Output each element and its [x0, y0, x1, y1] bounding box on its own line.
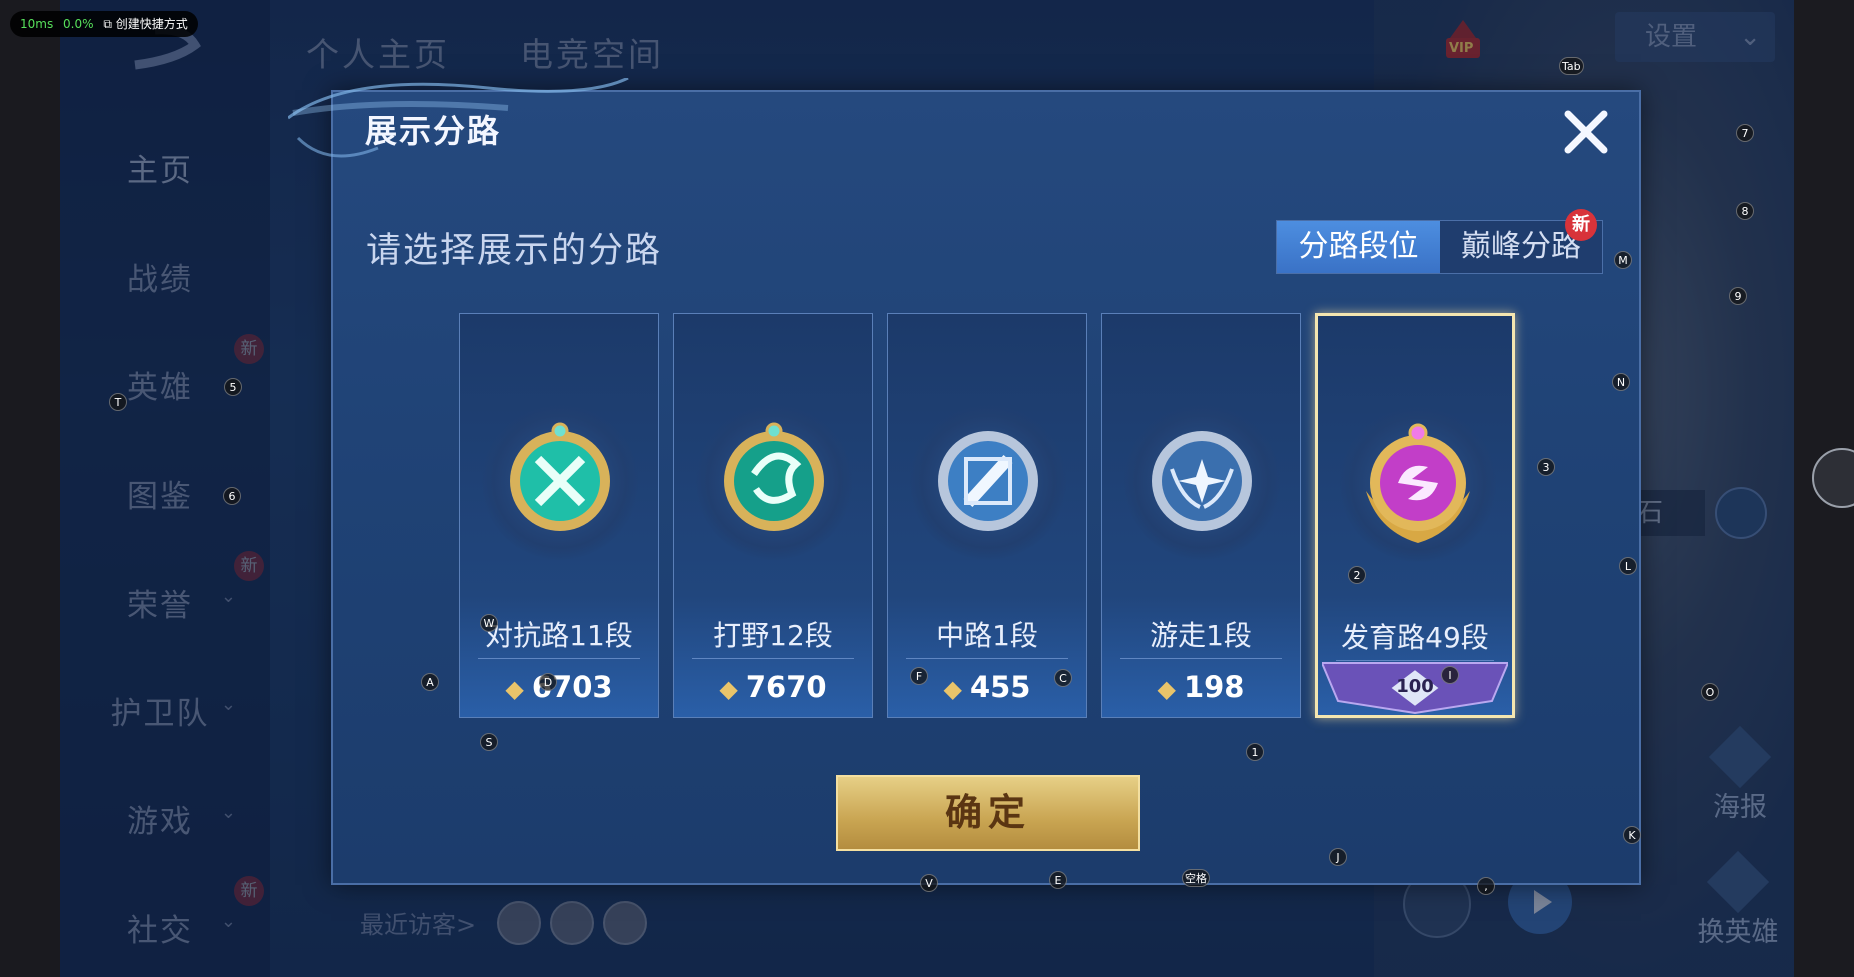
divider — [1120, 658, 1282, 659]
key-hint: L — [1619, 557, 1637, 575]
key-hint: W — [480, 614, 498, 632]
key-hint: , — [1477, 877, 1495, 895]
lane-card-farm[interactable]: 发育路49段 100 — [1315, 313, 1515, 718]
key-hint: 7 — [1736, 124, 1754, 142]
lane-rank-label: 游走1段 — [1150, 619, 1252, 652]
lane-card-roam[interactable]: 游走1段 ◆ 198 — [1101, 313, 1301, 718]
key-hint: K — [1623, 826, 1641, 844]
divider — [906, 658, 1068, 659]
key-hint: 6 — [223, 487, 241, 505]
points-icon: ◆ — [505, 675, 524, 703]
new-badge: 新 — [1565, 209, 1597, 241]
key-hint: 9 — [1729, 287, 1747, 305]
key-hint: A — [421, 673, 439, 691]
key-hint: I — [1441, 666, 1459, 684]
points-icon: ◆ — [1157, 675, 1176, 703]
key-hint: 2 — [1348, 566, 1366, 584]
lane-tabs: 分路段位 巅峰分路 新 — [1276, 209, 1603, 274]
dialog-title: 展示分路 — [365, 112, 502, 150]
key-hint: 8 — [1736, 202, 1754, 220]
points-value: 7670 — [745, 670, 827, 704]
key-hint: F — [910, 667, 928, 685]
lane-points: ◆ 7670 — [674, 670, 872, 704]
points-value: 198 — [1183, 670, 1245, 704]
loss-value: 0.0% — [63, 17, 94, 31]
points-icon: ◆ — [943, 675, 962, 703]
key-hint: C — [1054, 669, 1072, 687]
latency-value: 10ms — [20, 17, 54, 31]
game-screen: 主页 战绩 英雄 新 图鉴 荣誉 ⌄ 新 护卫队 ⌄ 游戏 ⌄ 社交 ⌄ 新 个人主页 … — [60, 0, 1794, 977]
emulator-side-panel — [1794, 0, 1854, 977]
farm-lane-emblem-icon — [1366, 423, 1470, 543]
key-hint: O — [1701, 683, 1719, 701]
points-value: 455 — [969, 670, 1031, 704]
clash-lane-emblem-icon — [510, 422, 610, 531]
key-hint: S — [480, 733, 498, 751]
create-shortcut-link[interactable]: 创建快捷方式 — [116, 17, 188, 31]
lane-card-clash[interactable]: 对抗路11段 ◆ 6703 — [459, 313, 659, 718]
close-icon — [1564, 110, 1608, 154]
tab-lane-rank[interactable]: 分路段位 — [1277, 221, 1440, 273]
lane-display-dialog: 展示分路 请选择展示的分路 分路段位 巅峰分路 新 对抗路11段 ◆6703 — [288, 78, 1641, 885]
peak-level-value: 100 — [1396, 676, 1434, 697]
key-hint: T — [109, 393, 127, 411]
key-hint: 3 — [1537, 458, 1555, 476]
key-hint: 空格 — [1182, 869, 1210, 887]
performance-hud: 10ms 0.0% ⧉ 创建快捷方式 — [10, 11, 198, 37]
key-hint: Tab — [1559, 57, 1584, 75]
key-hint: M — [1614, 251, 1632, 269]
confirm-button[interactable]: 确定 — [836, 775, 1140, 851]
points-icon: ◆ — [719, 675, 738, 703]
key-hint: J — [1329, 848, 1347, 866]
mid-lane-emblem-icon — [938, 431, 1038, 531]
divider — [692, 658, 854, 659]
select-prompt: 请选择展示的分路 — [366, 231, 663, 271]
divider — [478, 658, 640, 659]
lane-card-mid[interactable]: 中路1段 ◆ 455 — [887, 313, 1087, 718]
lane-rank-label: 中路1段 — [936, 619, 1038, 652]
shortcut-icon: ⧉ — [103, 17, 112, 31]
lane-points: ◆ 6703 — [460, 670, 658, 704]
key-hint: D — [539, 673, 557, 691]
key-hint: 1 — [1246, 743, 1264, 761]
close-button[interactable] — [1558, 104, 1614, 160]
roam-emblem-icon — [1152, 431, 1252, 531]
peak-level-badge: 100 — [1320, 661, 1510, 715]
lane-points: ◆ 198 — [1102, 670, 1300, 704]
lane-rank-label: 发育路49段 — [1341, 621, 1489, 654]
key-hint: N — [1612, 373, 1630, 391]
emulator-control-button[interactable] — [1812, 448, 1854, 508]
key-hint: V — [920, 874, 938, 892]
key-hint: E — [1049, 871, 1067, 889]
key-hint: 5 — [224, 378, 242, 396]
jungle-emblem-icon — [724, 422, 824, 531]
lane-card-jungle[interactable]: 打野12段 ◆ 7670 — [673, 313, 873, 718]
lane-rank-label: 打野12段 — [713, 619, 833, 652]
